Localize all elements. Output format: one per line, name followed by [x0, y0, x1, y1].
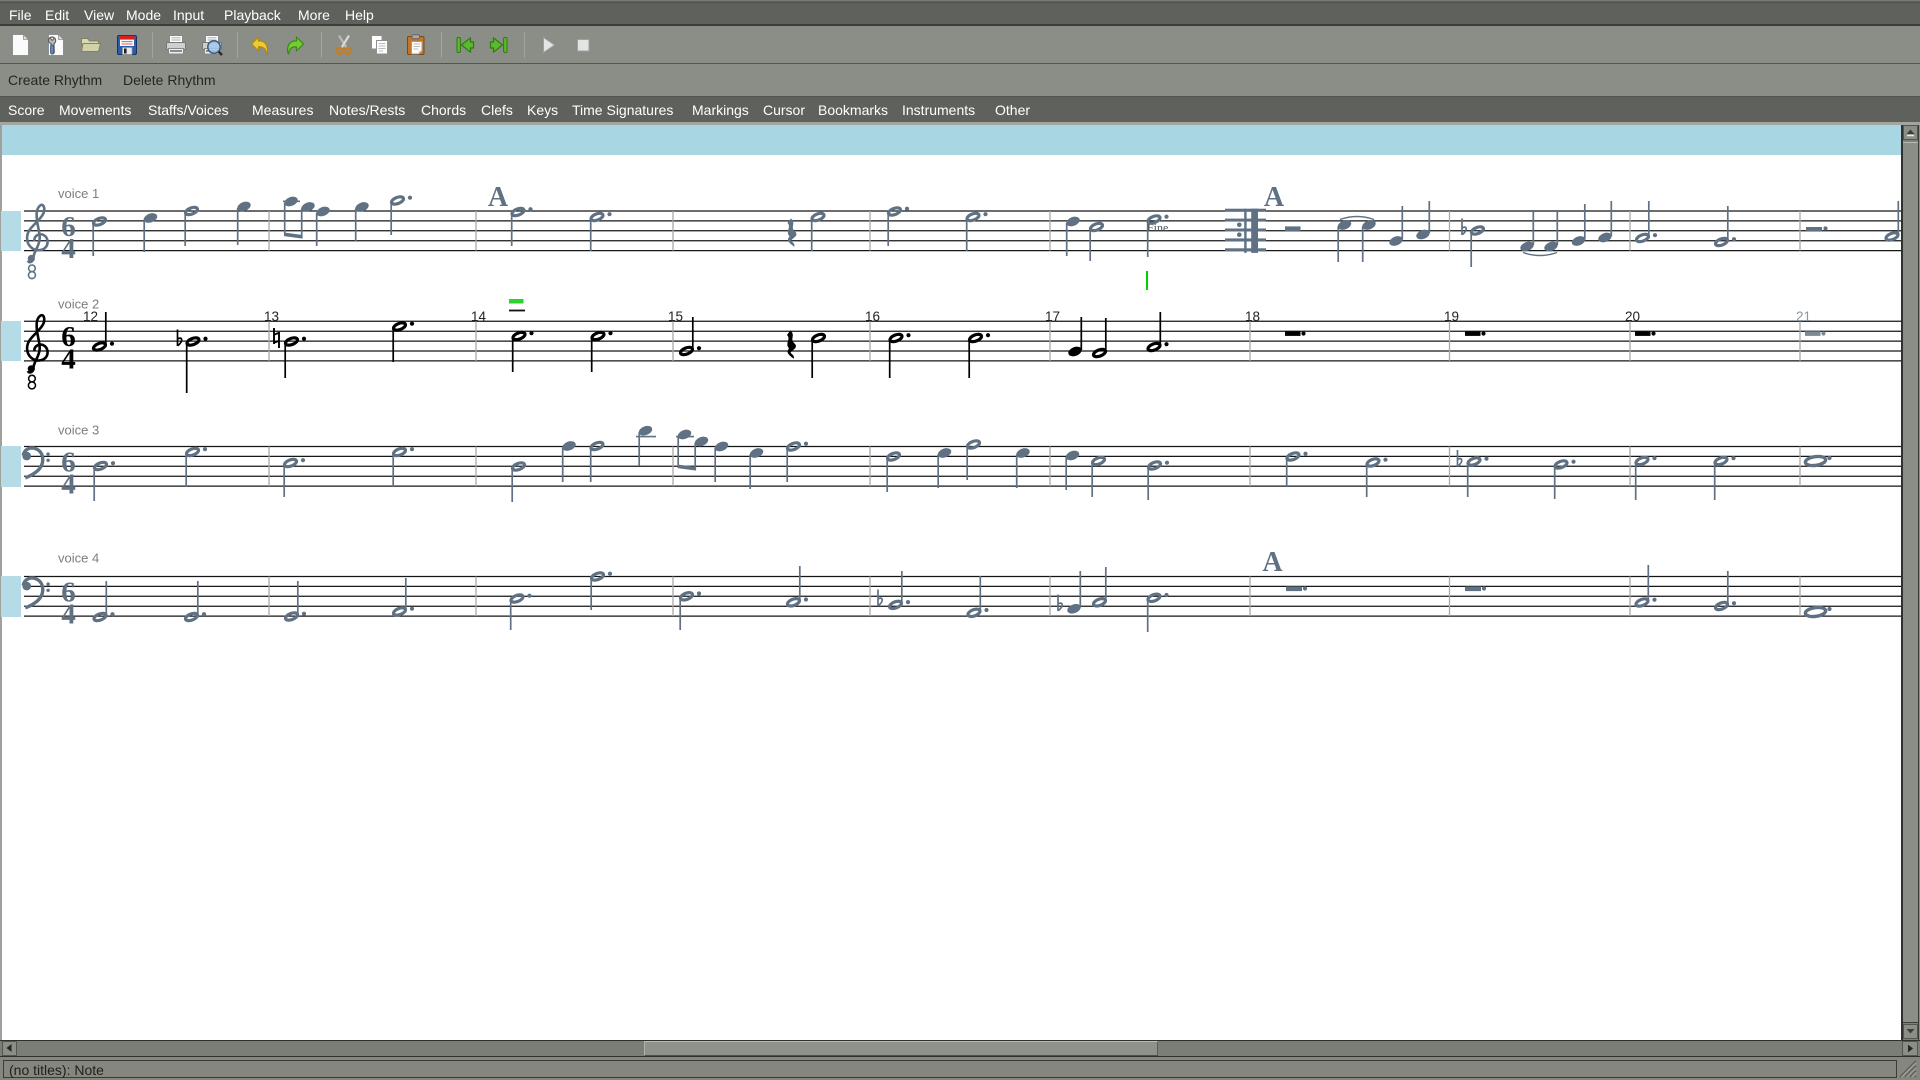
svg-text:16: 16 — [865, 309, 880, 324]
svg-text:19: 19 — [1444, 309, 1459, 324]
svg-text:Fine: Fine — [1147, 221, 1168, 235]
svg-text:15: 15 — [668, 309, 683, 324]
svg-text:18: 18 — [1245, 309, 1260, 324]
svg-text:voice 3: voice 3 — [58, 423, 99, 438]
svg-text:13: 13 — [264, 309, 279, 324]
svg-text:A: A — [1264, 182, 1285, 213]
svg-text:14: 14 — [471, 309, 487, 324]
svg-text:4: 4 — [61, 344, 76, 376]
svg-text:4: 4 — [61, 599, 76, 631]
svg-text:voice 4: voice 4 — [58, 551, 99, 566]
svg-text:4: 4 — [61, 233, 76, 265]
svg-text:voice 2: voice 2 — [58, 297, 99, 312]
svg-text:voice 1: voice 1 — [58, 186, 99, 201]
svg-text:A: A — [488, 182, 509, 213]
svg-text:20: 20 — [1625, 309, 1640, 324]
svg-text:4: 4 — [61, 469, 76, 501]
svg-text:17: 17 — [1045, 309, 1060, 324]
svg-text:21: 21 — [1796, 309, 1811, 324]
svg-text:A: A — [1262, 547, 1283, 578]
